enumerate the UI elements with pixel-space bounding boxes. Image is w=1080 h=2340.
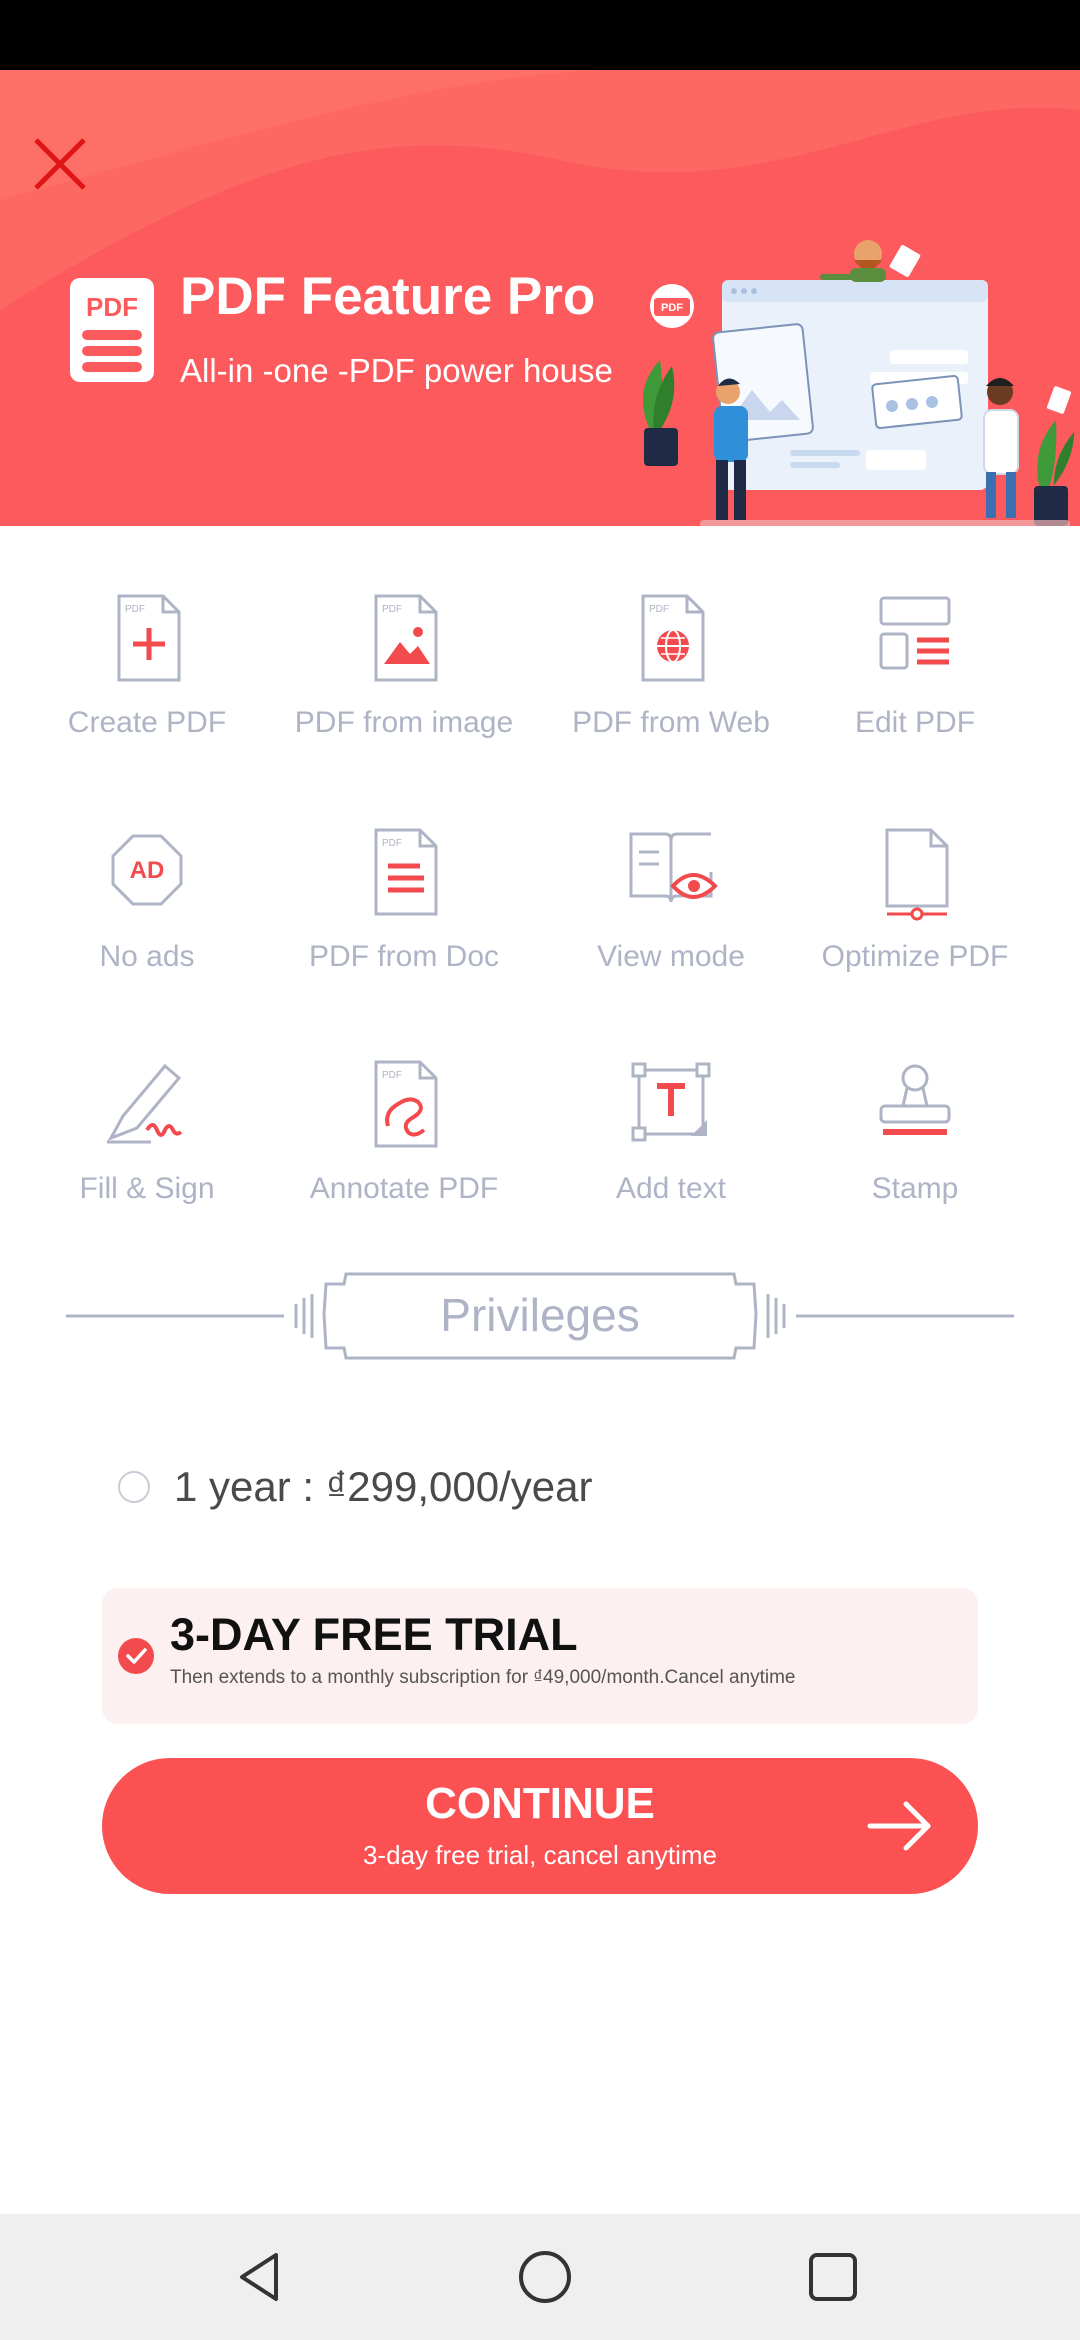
pdf-logo-icon: PDF [70,278,154,382]
feature-label: Add text [615,1172,727,1205]
recents-icon [809,2253,857,2301]
svg-text:PDF: PDF [382,1070,402,1081]
feature-label: Annotate PDF [309,1172,499,1205]
plan-option-yearly[interactable]: 1 year : ₫299,000/year [118,1460,592,1514]
stamp-icon [865,1054,965,1154]
checkmark-icon[interactable] [118,1638,154,1674]
continue-button[interactable]: CONTINUE 3-day free trial, cancel anytim… [102,1758,978,1894]
svg-text:PDF: PDF [125,604,145,615]
feature-view-mode: View mode [536,822,806,974]
feature-label: PDF from image [294,706,514,739]
back-icon [240,2253,278,2301]
fill-sign-icon [97,1054,197,1154]
feature-pdf-from-web: PDF PDF from Web [536,588,806,740]
edit-pdf-icon [865,588,965,688]
continue-label: CONTINUE [425,1779,655,1828]
close-icon [34,138,86,190]
system-nav-bar [0,2214,1080,2340]
view-mode-icon [621,822,721,922]
optimize-pdf-icon [865,822,965,922]
arrow-right-icon [866,1798,934,1854]
hero-illustration: PDF [630,130,1080,526]
plan-yearly-label: 1 year : ₫299,000/year [174,1463,593,1510]
feature-stamp: Stamp [780,1054,1050,1206]
feature-edit-pdf: Edit PDF [780,588,1050,740]
add-text-icon [621,1054,721,1154]
pdf-from-image-icon: PDF [354,588,454,688]
svg-text:PDF: PDF [382,838,402,849]
feature-create-pdf: PDF Create PDF [12,588,282,740]
plan-trial-title: 3-DAY FREE TRIAL [170,1609,578,1660]
feature-label: No ads [99,940,195,973]
feature-label: View mode [597,940,745,973]
home-icon [519,2251,571,2303]
feature-annotate-pdf: PDF Annotate PDF [269,1054,539,1206]
no-ads-icon: AD [97,822,197,922]
nav-recents-button[interactable] [803,2247,863,2307]
feature-add-text: Add text [536,1054,806,1206]
feature-label: Edit PDF [854,706,976,739]
svg-text:PDF: PDF [86,292,138,322]
pdf-from-doc-icon: PDF [354,822,454,922]
feature-label: Stamp [871,1172,959,1205]
feature-optimize-pdf: Optimize PDF [780,822,1050,974]
continue-sublabel: 3-day free trial, cancel anytime [362,1840,718,1870]
plan-option-trial[interactable]: 3-DAY FREE TRIAL Then extends to a month… [102,1588,978,1724]
feature-label: PDF from Web [572,706,770,739]
feature-no-ads: AD No ads [12,822,282,974]
annotate-pdf-icon: PDF [354,1054,454,1154]
plan-trial-description: Then extends to a monthly subscription f… [170,1667,796,1688]
create-pdf-icon: PDF [97,588,197,688]
svg-text:PDF: PDF [382,604,402,615]
app-subtitle: All-in -one -PDF power house [180,352,613,389]
feature-fill-sign: Fill & Sign [12,1054,282,1206]
feature-label: Optimize PDF [821,940,1009,973]
privileges-label: Privileges [440,1289,640,1341]
header-banner: PDF PDF Feature Pro All-in -one -PDF pow… [0,70,1080,526]
feature-pdf-from-doc: PDF PDF from Doc [269,822,539,974]
feature-label: Fill & Sign [79,1172,215,1205]
feature-label: Create PDF [67,706,227,739]
pdf-from-web-icon: PDF [621,588,721,688]
privileges-divider: Privileges [66,1268,1014,1364]
app-title: PDF Feature Pro [180,267,596,326]
radio-unselected[interactable] [118,1471,150,1503]
feature-label: PDF from Doc [308,940,500,973]
feature-pdf-from-image: PDF PDF from image [269,588,539,740]
svg-text:AD: AD [130,857,165,884]
nav-home-button[interactable] [515,2247,575,2307]
svg-text:PDF: PDF [649,604,669,615]
svg-text:PDF: PDF [661,302,683,314]
nav-back-button[interactable] [230,2247,290,2307]
status-bar [0,0,1080,70]
close-button[interactable] [28,132,92,196]
